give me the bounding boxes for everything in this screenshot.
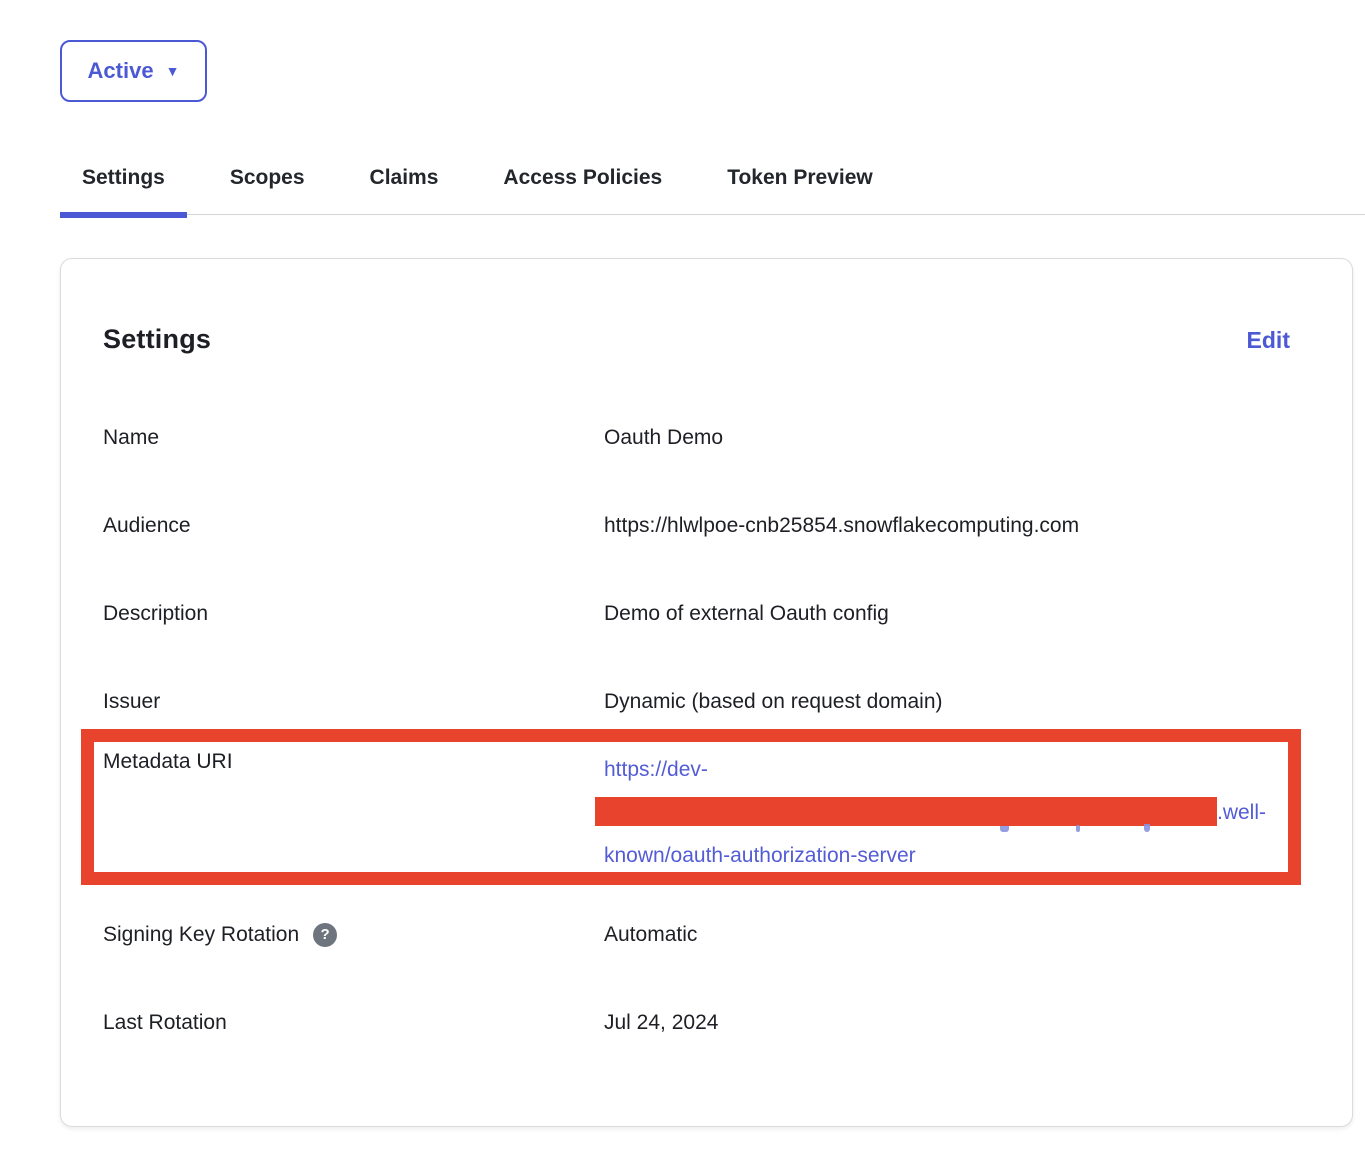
redacted-descender-mark bbox=[1076, 825, 1080, 832]
description-label: Description bbox=[103, 600, 604, 627]
metadata-uri-value: https://dev- .well- known/oauth-authoriz… bbox=[604, 748, 1290, 877]
metadata-uri-label: Metadata URI bbox=[103, 748, 604, 775]
tab-claims[interactable]: Claims bbox=[348, 152, 461, 215]
signing-key-rotation-value: Automatic bbox=[604, 921, 1290, 948]
audience-value: https://hlwlpoe-cnb25854.snowflakecomput… bbox=[604, 512, 1290, 539]
row-issuer: Issuer Dynamic (based on request domain) bbox=[103, 688, 1290, 715]
redacted-descender-mark bbox=[1144, 824, 1150, 832]
redacted-descender-mark bbox=[1000, 826, 1009, 832]
card-header: Settings Edit bbox=[103, 323, 1290, 356]
row-name: Name Oauth Demo bbox=[103, 424, 1290, 451]
row-signing-key-rotation: Signing Key Rotation ? Automatic bbox=[103, 921, 1290, 948]
tab-access-policies[interactable]: Access Policies bbox=[481, 152, 684, 215]
metadata-link-line1: https://dev- bbox=[604, 758, 708, 781]
redaction-bar bbox=[595, 797, 1217, 826]
tab-settings[interactable]: Settings bbox=[60, 152, 187, 215]
row-description: Description Demo of external Oauth confi… bbox=[103, 600, 1290, 627]
metadata-uri-link[interactable]: https://dev- .well- known/oauth-authoriz… bbox=[604, 748, 1290, 877]
row-metadata-uri: Metadata URI https://dev- .well- known/o… bbox=[103, 748, 1290, 877]
help-icon[interactable]: ? bbox=[313, 923, 337, 947]
last-rotation-value: Jul 24, 2024 bbox=[604, 1009, 1290, 1036]
metadata-link-line3: known/oauth-authorization-server bbox=[604, 844, 916, 867]
redaction-wrap bbox=[604, 797, 1217, 826]
description-value: Demo of external Oauth config bbox=[604, 600, 1290, 627]
card-title: Settings bbox=[103, 323, 211, 356]
signing-key-rotation-label: Signing Key Rotation ? bbox=[103, 921, 604, 948]
status-dropdown-button[interactable]: Active ▼ bbox=[60, 40, 207, 102]
issuer-value: Dynamic (based on request domain) bbox=[604, 688, 1290, 715]
tab-token-preview[interactable]: Token Preview bbox=[705, 152, 895, 215]
issuer-label: Issuer bbox=[103, 688, 604, 715]
tab-scopes[interactable]: Scopes bbox=[208, 152, 327, 215]
row-last-rotation: Last Rotation Jul 24, 2024 bbox=[103, 1009, 1290, 1036]
audience-label: Audience bbox=[103, 512, 604, 539]
last-rotation-label: Last Rotation bbox=[103, 1009, 604, 1036]
tab-bar: Settings Scopes Claims Access Policies T… bbox=[60, 152, 1365, 215]
name-value: Oauth Demo bbox=[604, 424, 1290, 451]
metadata-link-line2-suffix: .well- bbox=[1217, 801, 1266, 824]
settings-card: Settings Edit Name Oauth Demo Audience h… bbox=[60, 258, 1353, 1127]
status-label: Active bbox=[88, 58, 154, 84]
edit-button[interactable]: Edit bbox=[1247, 326, 1290, 354]
oauth-server-settings-page: Active ▼ Settings Scopes Claims Access P… bbox=[0, 0, 1365, 1169]
name-label: Name bbox=[103, 424, 604, 451]
row-audience: Audience https://hlwlpoe-cnb25854.snowfl… bbox=[103, 512, 1290, 539]
signing-key-rotation-label-text: Signing Key Rotation bbox=[103, 921, 299, 948]
chevron-down-icon: ▼ bbox=[166, 64, 180, 78]
